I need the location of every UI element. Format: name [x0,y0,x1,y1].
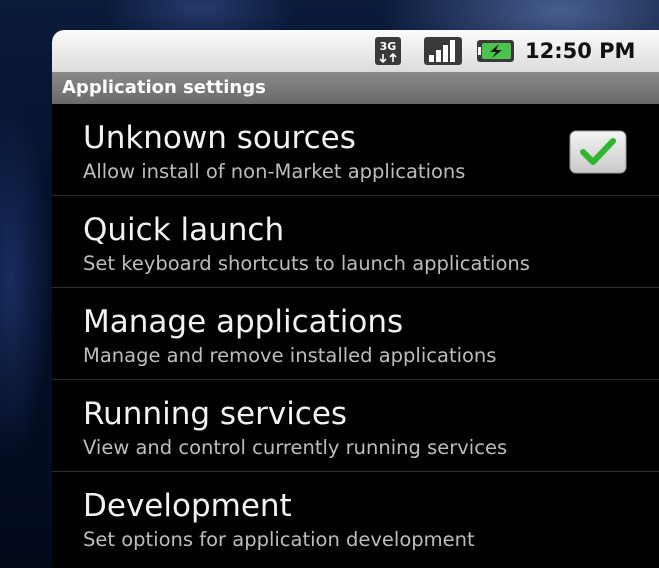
3g-icon: 3G [375,37,401,65]
setting-title: Development [83,488,292,524]
setting-unknown-sources[interactable]: Unknown sources Allow install of non-Mar… [52,104,659,196]
setting-title: Running services [83,396,348,432]
title-bar: Application settings [52,72,659,104]
unknown-sources-checkbox[interactable] [569,130,627,174]
setting-manage-applications[interactable]: Manage applications Manage and remove in… [52,288,659,380]
setting-quick-launch[interactable]: Quick launch Set keyboard shortcuts to l… [52,196,659,288]
page-title: Application settings [62,77,266,98]
setting-title: Quick launch [83,212,285,248]
3g-label: 3G [380,40,397,53]
settings-screen: 3G 12:50 PM Application settings Unknown… [52,30,659,568]
setting-summary: View and control currently running servi… [83,436,508,459]
settings-list: Unknown sources Allow install of non-Mar… [52,104,659,564]
status-bar: 3G 12:50 PM [52,30,659,72]
setting-summary: Set keyboard shortcuts to launch applica… [83,252,530,275]
setting-development[interactable]: Development Set options for application … [52,472,659,564]
battery-charging-icon [477,40,514,62]
setting-summary: Set options for application development [83,528,475,551]
setting-summary: Manage and remove installed applications [83,344,497,367]
setting-title: Manage applications [83,304,404,340]
setting-summary: Allow install of non-Market applications [83,160,466,183]
setting-running-services[interactable]: Running services View and control curren… [52,380,659,472]
status-clock: 12:50 PM [525,39,636,63]
setting-title: Unknown sources [83,120,356,156]
signal-icon [424,37,462,65]
